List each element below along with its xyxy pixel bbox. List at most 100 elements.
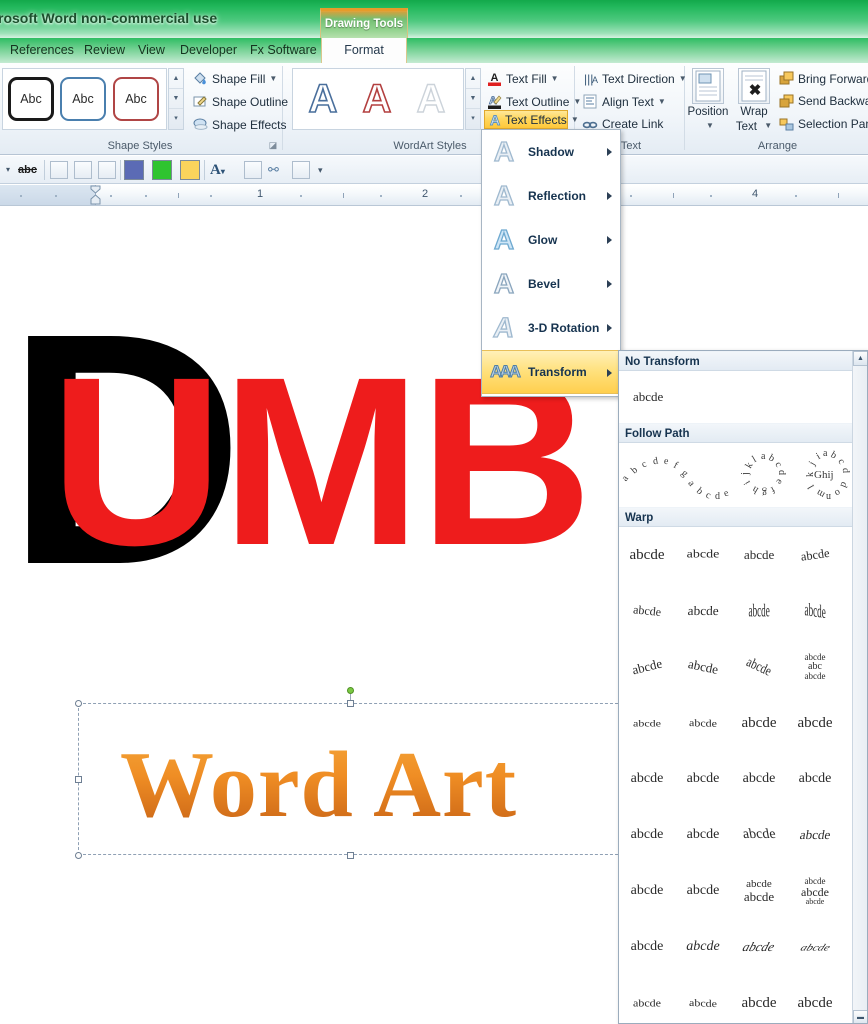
warp-option[interactable]: abcde (619, 807, 675, 863)
chevron-down-icon[interactable]: ▼ (690, 119, 730, 132)
warp-option[interactable]: abcde (787, 583, 843, 639)
wrap-text-button[interactable]: ✖ Wrap Text ▼ (732, 66, 776, 134)
warp-option[interactable]: abcde abcde abcde (787, 863, 843, 919)
scroll-up-icon[interactable]: ▲ (466, 69, 480, 89)
selection-pane-button[interactable]: Selection Pane (776, 114, 868, 135)
warp-option[interactable]: abcde (787, 807, 843, 863)
tab-view[interactable]: View (130, 38, 173, 63)
more-styles-icon[interactable]: ▾ (169, 109, 183, 129)
warp-option[interactable]: abcde (619, 527, 675, 583)
chevron-down-icon[interactable]: ▼ (658, 97, 666, 106)
warp-option[interactable]: abcde (787, 751, 843, 807)
horizontal-ruler[interactable] (0, 185, 868, 206)
warp-option[interactable]: abcde (731, 807, 787, 863)
warp-option[interactable]: abcde (787, 919, 843, 975)
rotate-handle[interactable] (347, 687, 354, 694)
text-direction-button[interactable]: ||| A Text Direction ▼ (580, 68, 687, 89)
warp-option[interactable]: abcde (675, 863, 731, 919)
resize-handle-top-center[interactable] (347, 700, 354, 707)
warp-option[interactable]: abcde (731, 751, 787, 807)
gallery-scrollbar[interactable]: ▲ ▬ (852, 351, 867, 1023)
scroll-down-icon[interactable]: ▬ (853, 1010, 867, 1023)
position-button[interactable]: Position ▼ (686, 66, 730, 132)
shape-fill-button[interactable]: Shape Fill ▼ (190, 68, 277, 89)
menu-item-shadow[interactable]: A Shadow (482, 130, 620, 174)
shape-style-swatch-3[interactable]: Abc (113, 77, 159, 121)
more-caret-icon[interactable]: ▾ (318, 161, 323, 179)
copy-icon[interactable] (292, 161, 310, 179)
warp-option[interactable]: abcde (731, 583, 787, 639)
chevron-down-icon[interactable]: ▼ (764, 121, 772, 130)
green-fill-swatch[interactable] (152, 160, 172, 180)
bring-forward-button[interactable]: Bring Forward▼ (776, 68, 868, 89)
warp-option[interactable]: abcde (675, 639, 731, 695)
shape-styles-scroll-buttons[interactable]: ▲ ▼ ▾ (168, 68, 184, 130)
tab-format[interactable]: Format (321, 38, 407, 63)
indent-marker[interactable] (90, 185, 101, 205)
change-case-icon[interactable] (50, 161, 68, 179)
align-text-button[interactable]: Align Text ▼ (580, 91, 666, 112)
table-grid-icon[interactable] (74, 161, 92, 179)
menu-item-bevel[interactable]: A Bevel (482, 262, 620, 306)
group-objects-icon[interactable] (244, 161, 262, 179)
warp-option[interactable]: abcde (675, 751, 731, 807)
text-effects-menu[interactable]: A Shadow A Reflection A Glow A Bevel A 3… (481, 129, 621, 397)
send-backward-button[interactable]: Send Backward (776, 91, 868, 112)
warp-option[interactable]: abcde (619, 863, 675, 919)
warp-option[interactable]: abcde abcde (731, 863, 787, 919)
chevron-down-icon[interactable]: ▼ (269, 74, 277, 83)
warp-option[interactable]: abcde (675, 975, 731, 1023)
warp-option[interactable]: abcde (731, 527, 787, 583)
warp-option[interactable]: abcde (619, 919, 675, 975)
blue-fill-swatch[interactable] (124, 160, 144, 180)
tab-developer[interactable]: Developer (172, 38, 245, 63)
warp-option[interactable]: abcde (675, 695, 731, 751)
wordart-scroll-buttons[interactable]: ▲ ▼ ▾ (465, 68, 481, 130)
shape-style-swatch-2[interactable]: Abc (60, 77, 106, 121)
shape-outline-button[interactable]: Shape Outline▼ (190, 91, 300, 112)
chevron-down-icon[interactable]: ▼ (571, 115, 579, 124)
warp-option[interactable]: abcde (731, 919, 787, 975)
resize-handle-middle-left[interactable] (75, 776, 82, 783)
more-wordart-icon[interactable]: ▾ (466, 109, 480, 129)
warp-option[interactable]: abcde (619, 639, 675, 695)
menu-item-glow[interactable]: A Glow (482, 218, 620, 262)
scroll-up-icon[interactable]: ▲ (169, 69, 183, 89)
resize-handle-bottom-left[interactable] (75, 852, 82, 859)
text-fill-button[interactable]: A Text Fill ▼ (484, 68, 559, 89)
chevron-down-icon[interactable]: ▼ (551, 74, 559, 83)
wordart-swatch-2[interactable]: A (351, 73, 403, 125)
warp-option[interactable]: abcde (619, 751, 675, 807)
transform-option-arch-wave[interactable]: a b c d e f g a b c d e (619, 443, 735, 507)
warp-option[interactable]: abcde (675, 807, 731, 863)
wordart-styles-gallery[interactable]: A A A (292, 68, 464, 130)
wordart-a-icon[interactable]: A▾ (210, 161, 225, 179)
wordart-object-text[interactable]: Word Art (120, 731, 517, 839)
warp-option[interactable]: abcde (619, 583, 675, 639)
warp-option[interactable]: abcde (731, 639, 787, 695)
scroll-down-icon[interactable]: ▼ (466, 89, 480, 109)
scroll-down-icon[interactable]: ▼ (169, 89, 183, 109)
resize-handle-bottom-center[interactable] (347, 852, 354, 859)
yellow-fill-swatch[interactable] (180, 160, 200, 180)
warp-option[interactable]: abcde (675, 583, 731, 639)
tab-references[interactable]: References (2, 38, 82, 63)
warp-option[interactable]: abcde (675, 527, 731, 583)
wordart-swatch-3[interactable]: A (405, 73, 457, 125)
transform-option-circle[interactable]: a b c d e f g h i j k l (735, 443, 799, 507)
shape-styles-gallery[interactable]: Abc Abc Abc (2, 68, 167, 130)
warp-option[interactable]: abcde abc abcde (787, 639, 843, 695)
scroll-up-icon[interactable]: ▲ (853, 351, 867, 366)
transform-gallery[interactable]: No Transform abcde Follow Path a b c d e… (618, 350, 868, 1024)
text-outline-button[interactable]: A Text Outline ▼ (484, 91, 581, 112)
shape-style-swatch-1[interactable]: Abc (8, 77, 54, 121)
warp-option[interactable]: abcde (675, 919, 731, 975)
warp-option[interactable]: abcde (787, 975, 843, 1023)
warp-option[interactable]: abcde (619, 695, 675, 751)
tab-review[interactable]: Review (76, 38, 133, 63)
shape-effects-button[interactable]: Shape Effects▼ (190, 114, 298, 135)
warp-option[interactable]: abcde (787, 695, 843, 751)
warp-option[interactable]: abcde (731, 975, 787, 1023)
strikethrough-abc-icon[interactable]: abc (18, 161, 37, 179)
text-effects-button[interactable]: A Text Effects ▼ (484, 110, 579, 129)
